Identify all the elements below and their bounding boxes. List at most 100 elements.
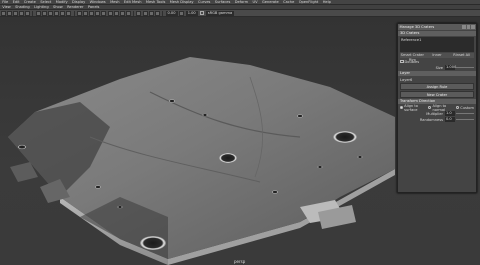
toolbar-divider xyxy=(32,10,34,16)
panel-menu-renderer[interactable]: Renderer xyxy=(65,5,86,10)
menu-cache[interactable]: Cache xyxy=(281,0,297,5)
minimize-icon[interactable] xyxy=(462,25,466,29)
menu-deform[interactable]: Deform xyxy=(233,0,251,5)
panel-menu-lighting[interactable]: Lighting xyxy=(32,5,51,10)
crater xyxy=(117,205,123,209)
doubles-label: Doubles xyxy=(404,59,420,64)
randomness-row: Randomness 0.0 xyxy=(400,117,474,122)
crater xyxy=(297,114,303,118)
randomness-slider[interactable] xyxy=(456,118,474,121)
wireframe-icon[interactable] xyxy=(76,10,82,16)
radio-label: Align to surface xyxy=(404,103,418,112)
list-item[interactable]: Reference1 xyxy=(401,38,473,43)
color-management-checkbox[interactable] xyxy=(199,11,204,15)
multiplier-field[interactable]: 1.0 xyxy=(445,111,455,116)
crater xyxy=(140,236,166,250)
crater xyxy=(169,99,175,103)
menu-mesh[interactable]: Mesh xyxy=(108,0,122,5)
size-field[interactable]: 1.000 xyxy=(445,65,456,70)
toolbar-divider xyxy=(162,10,163,16)
size-label: Size xyxy=(435,65,443,70)
randomness-label: Randomness xyxy=(419,117,443,122)
anti-aliasing-icon[interactable] xyxy=(119,10,125,16)
crater xyxy=(95,185,101,189)
bookmark-icon[interactable] xyxy=(19,10,25,16)
doubles-row: Doubles xyxy=(400,59,474,64)
menu-edit-mesh[interactable]: Edit Mesh xyxy=(122,0,144,5)
menu-openflight[interactable]: OpenFlight xyxy=(297,0,321,5)
layer-value[interactable]: Layer6 xyxy=(400,78,412,82)
toolbar-divider xyxy=(133,10,135,16)
menu-help[interactable]: Help xyxy=(321,0,334,5)
panel-menu-shading[interactable]: Shading xyxy=(13,5,32,10)
xray-joints-icon[interactable] xyxy=(148,10,154,16)
column-header[interactable]: Inner xyxy=(425,53,450,58)
custom-radio[interactable] xyxy=(456,105,460,110)
menu-generate[interactable]: Generate xyxy=(260,0,281,5)
resolution-gate-icon[interactable] xyxy=(47,10,53,16)
align-options-row: Align to surface Align to normal Custom xyxy=(400,103,474,112)
crater xyxy=(333,131,357,143)
film-gate-icon[interactable] xyxy=(41,10,47,16)
gamma-field[interactable]: 1.00 xyxy=(185,10,198,16)
menu-mesh-tools[interactable]: Mesh Tools xyxy=(144,0,168,5)
panel-menu-view[interactable]: View xyxy=(0,5,13,10)
menu-curves[interactable]: Curves xyxy=(196,0,213,5)
ambient-occlusion-icon[interactable] xyxy=(113,10,119,16)
menu-mesh-display[interactable]: Mesh Display xyxy=(168,0,196,5)
column-header[interactable]: Rinset All xyxy=(449,53,474,58)
exposure-field[interactable]: 0.00 xyxy=(165,10,178,16)
panel-menu-panels[interactable]: Panels xyxy=(86,5,102,10)
doubles-checkbox[interactable] xyxy=(400,59,404,64)
depth-of-field-icon[interactable] xyxy=(126,10,132,16)
image-plane-icon[interactable] xyxy=(25,10,31,16)
crater xyxy=(18,144,26,150)
column-header[interactable]: Smart Crater Rim xyxy=(400,53,425,62)
select-camera-icon[interactable] xyxy=(0,10,6,16)
grid-icon[interactable] xyxy=(35,10,41,16)
lock-camera-icon[interactable] xyxy=(6,10,12,16)
multiplier-row: Multiplier 1.0 xyxy=(400,111,474,116)
new-crater-button[interactable]: New Crater xyxy=(400,91,474,98)
layer-row: Layer6 xyxy=(400,77,474,82)
toolbar-divider xyxy=(73,10,75,16)
textured-icon[interactable] xyxy=(95,10,101,16)
xray-components-icon[interactable] xyxy=(154,10,160,16)
layer-section-header[interactable]: Layer xyxy=(398,71,476,76)
maximize-icon[interactable] xyxy=(466,25,471,29)
colorspace-dropdown[interactable]: sRGB gamma xyxy=(205,10,235,16)
craters-section-header[interactable]: 3D Craters xyxy=(398,31,476,36)
panel-menu-show[interactable]: Show xyxy=(51,5,65,10)
size-row: Size 1.000 xyxy=(400,65,474,70)
window-title: Manage 3D Craters xyxy=(399,25,435,29)
crater-list[interactable]: Reference1 xyxy=(400,37,474,52)
wireframe-on-shaded-icon[interactable] xyxy=(89,10,95,16)
safe-action-icon[interactable] xyxy=(66,10,72,16)
camera-attributes-icon[interactable] xyxy=(12,10,18,16)
close-icon[interactable] xyxy=(471,25,475,29)
smooth-shade-icon[interactable] xyxy=(82,10,88,16)
multiplier-label: Multiplier xyxy=(426,111,443,116)
viewport-toolbar: 0.00 1.00 sRGB gamma xyxy=(0,10,480,17)
menu-surfaces[interactable]: Surfaces xyxy=(213,0,233,5)
size-slider[interactable] xyxy=(456,66,474,69)
align-surface-radio[interactable] xyxy=(400,105,404,110)
gate-mask-icon[interactable] xyxy=(54,10,60,16)
crater xyxy=(202,113,208,117)
window-title-bar[interactable]: Manage 3D Craters xyxy=(398,24,476,30)
isolate-select-icon[interactable] xyxy=(136,10,142,16)
assign-rule-button[interactable]: Assign Rule xyxy=(400,83,474,90)
menu-uv[interactable]: UV xyxy=(250,0,259,5)
lights-icon[interactable] xyxy=(101,10,107,16)
crater xyxy=(317,165,323,169)
shadows-icon[interactable] xyxy=(107,10,113,16)
randomness-field[interactable]: 0.0 xyxy=(445,117,455,122)
crater xyxy=(357,155,363,159)
camera-label: persp xyxy=(234,259,246,264)
multiplier-slider[interactable] xyxy=(456,112,474,115)
align-normal-radio[interactable] xyxy=(428,105,432,110)
field-chart-icon[interactable] xyxy=(60,10,66,16)
crater xyxy=(219,153,237,163)
xray-icon[interactable] xyxy=(142,10,148,16)
gamma-icon[interactable] xyxy=(179,10,185,16)
